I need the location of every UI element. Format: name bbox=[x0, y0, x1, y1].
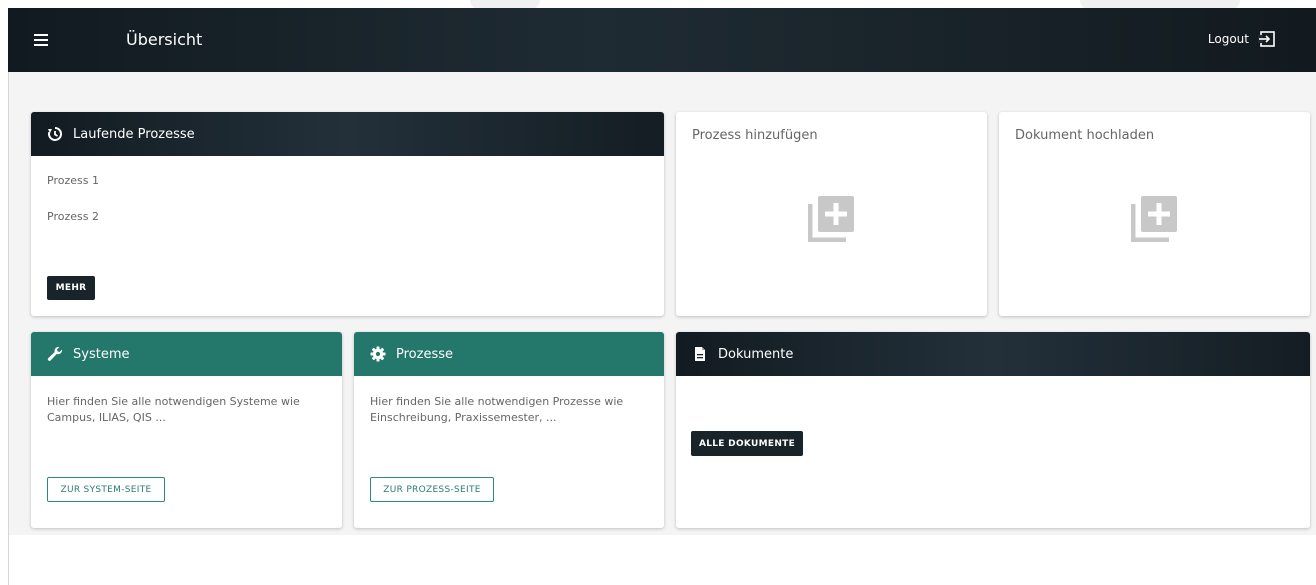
processes-header: Prozesse bbox=[354, 332, 664, 376]
history-icon bbox=[47, 126, 63, 142]
systems-header: Systeme bbox=[31, 332, 342, 376]
systems-title: Systeme bbox=[73, 346, 130, 362]
process-item-2[interactable]: Prozess 2 bbox=[47, 210, 99, 223]
processes-title: Prozesse bbox=[396, 346, 453, 362]
upload-document-card[interactable]: Dokument hochladen bbox=[999, 112, 1310, 316]
add-process-card[interactable]: Prozess hinzufügen bbox=[676, 112, 987, 316]
documents-card: Dokumente ALLE DOKUMENTE bbox=[676, 332, 1310, 528]
documents-title: Dokumente bbox=[718, 346, 794, 362]
more-button[interactable]: MEHR bbox=[47, 276, 95, 300]
wrench-icon bbox=[47, 346, 63, 362]
process-item-1[interactable]: Prozess 1 bbox=[47, 174, 99, 187]
all-documents-button[interactable]: ALLE DOKUMENTE bbox=[691, 431, 803, 456]
document-icon bbox=[692, 346, 708, 362]
content-area: Laufende Prozesse Prozess 1 Prozess 2 ME… bbox=[9, 72, 1316, 535]
top-app-bar: Übersicht Logout bbox=[8, 8, 1316, 72]
logout-label: Logout bbox=[1207, 32, 1249, 46]
running-processes-card: Laufende Prozesse Prozess 1 Prozess 2 ME… bbox=[31, 112, 664, 316]
gear-icon bbox=[370, 346, 386, 362]
processes-description: Hier finden Sie alle notwendigen Prozess… bbox=[370, 395, 624, 424]
add-process-title: Prozess hinzufügen bbox=[692, 128, 818, 143]
running-processes-title: Laufende Prozesse bbox=[73, 126, 195, 142]
systems-card: Systeme Hier finden Sie alle notwendigen… bbox=[31, 332, 342, 528]
logout-button[interactable]: Logout bbox=[1208, 31, 1276, 47]
logout-icon bbox=[1258, 31, 1276, 47]
documents-header: Dokumente bbox=[676, 332, 1310, 376]
menu-icon[interactable] bbox=[34, 34, 48, 46]
system-page-button[interactable]: ZUR SYSTEM-SEITE bbox=[47, 477, 165, 502]
systems-description: Hier finden Sie alle notwendigen Systeme… bbox=[47, 395, 300, 424]
upload-document-title: Dokument hochladen bbox=[1015, 128, 1155, 143]
processes-card: Prozesse Hier finden Sie alle notwendige… bbox=[354, 332, 664, 528]
running-processes-header: Laufende Prozesse bbox=[31, 112, 664, 156]
add-to-collection-icon[interactable] bbox=[807, 194, 856, 246]
process-page-button[interactable]: ZUR PROZESS-SEITE bbox=[370, 477, 494, 502]
page-title: Übersicht bbox=[126, 30, 203, 49]
add-to-collection-icon[interactable] bbox=[1130, 194, 1179, 246]
